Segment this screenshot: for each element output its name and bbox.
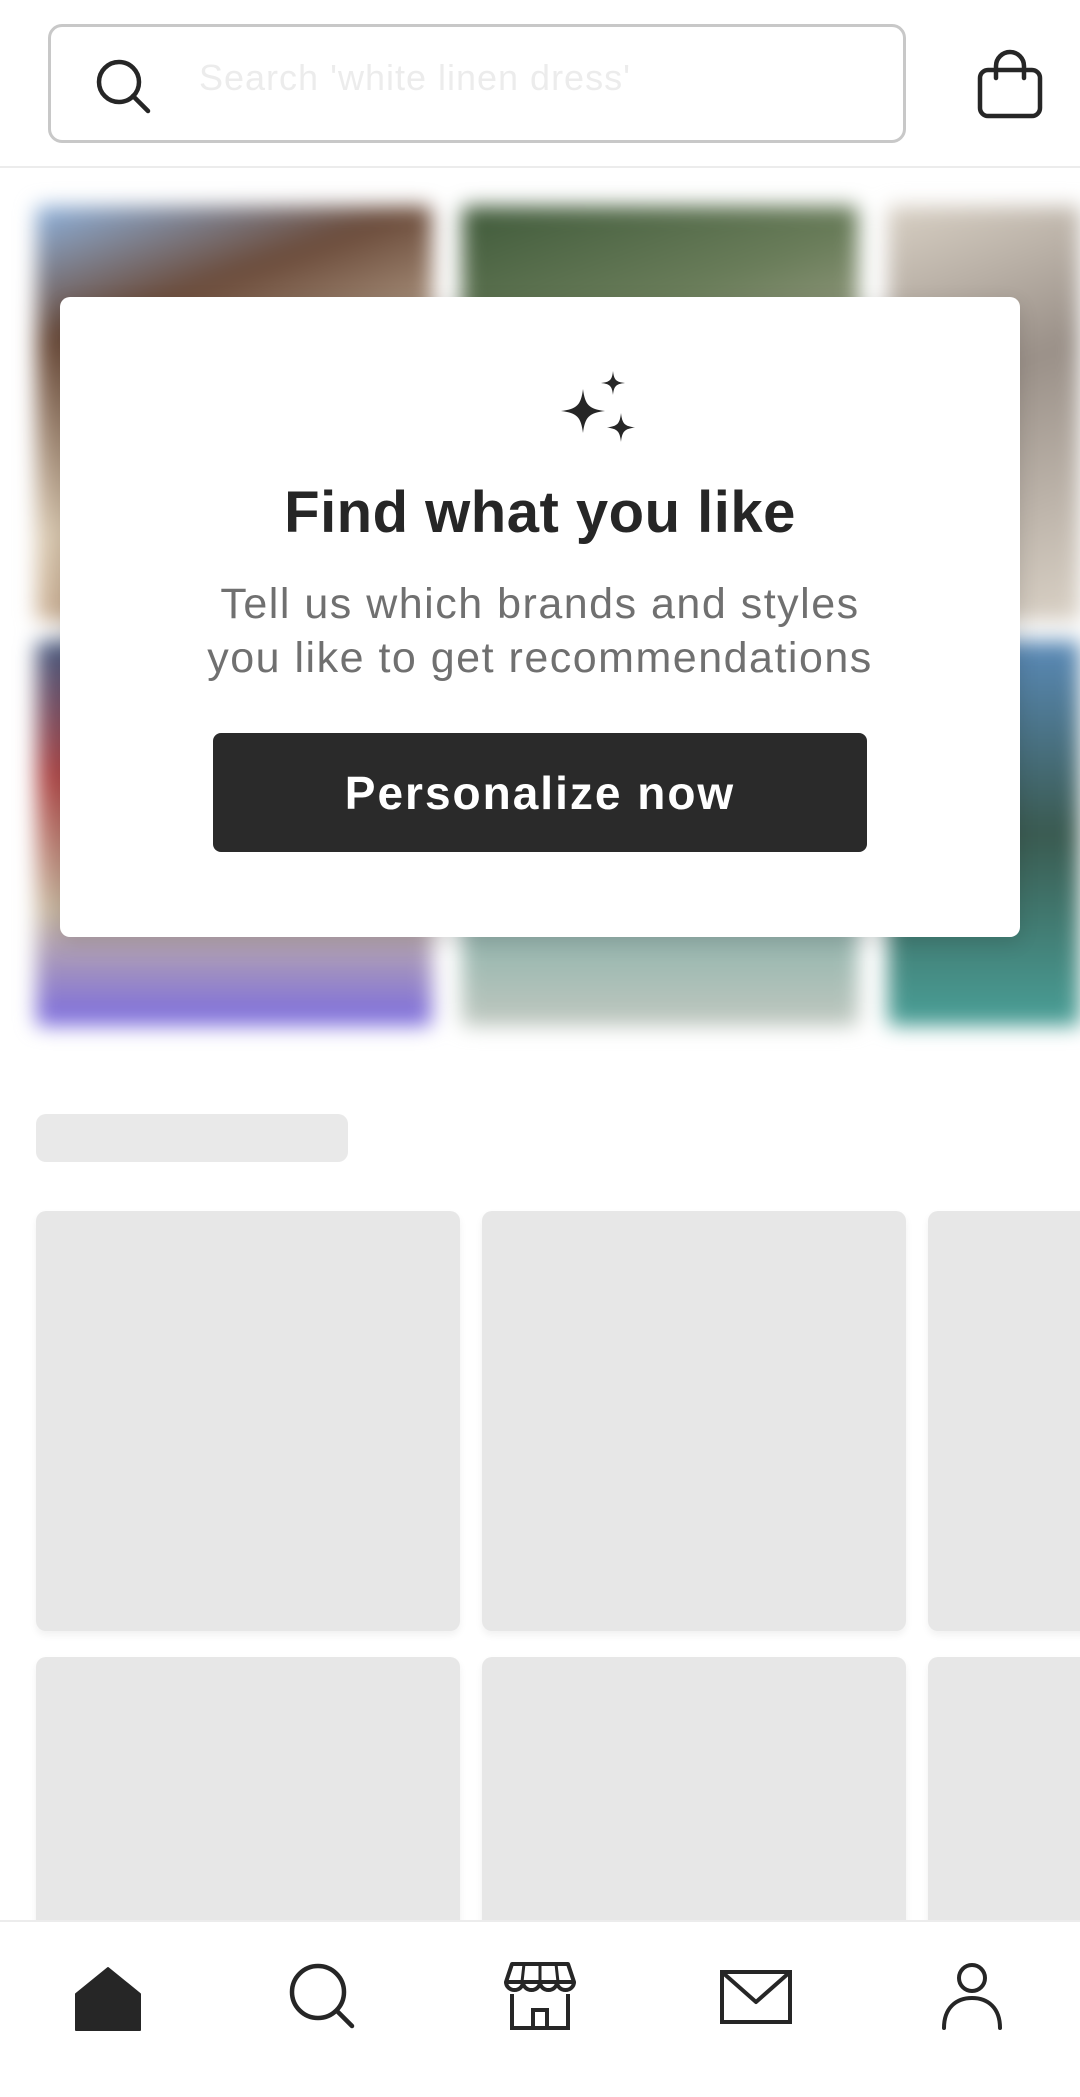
search-icon: [96, 59, 151, 114]
nav-profile[interactable]: [932, 1956, 1012, 2036]
section-title-skeleton: [36, 1114, 348, 1162]
shopping-bag-icon: [977, 49, 1043, 119]
mail-icon: [720, 1970, 792, 2024]
personalize-now-button[interactable]: Personalize now: [213, 733, 867, 852]
store-icon: [504, 1962, 576, 2030]
product-card-skeleton: [36, 1657, 460, 1957]
nav-messages[interactable]: [716, 1956, 796, 2036]
personalize-promo-card: Find what you like Tell us which brands …: [60, 297, 1020, 937]
profile-icon: [942, 1963, 1002, 2030]
promo-title: Find what you like: [284, 480, 796, 545]
product-card-skeleton: [928, 1657, 1080, 1957]
nav-stores[interactable]: [500, 1956, 580, 2036]
product-card-skeleton: [482, 1211, 906, 1631]
home-icon: [75, 1967, 141, 2031]
promo-description: Tell us which brands and styles you like…: [207, 580, 873, 682]
search-icon: [289, 1963, 355, 2029]
bottom-navigation: [0, 1920, 1080, 2097]
product-card-skeleton: [36, 1211, 460, 1631]
nav-home[interactable]: [68, 1956, 148, 2036]
sparkles-icon: [561, 371, 635, 442]
nav-search[interactable]: [282, 1956, 362, 2036]
top-bar: Search 'white linen dress': [0, 0, 1080, 168]
search-input[interactable]: Search 'white linen dress': [48, 24, 906, 143]
search-placeholder: Search 'white linen dress': [199, 57, 631, 98]
product-card-skeleton: [928, 1211, 1080, 1631]
product-card-skeleton: [482, 1657, 906, 1957]
shopping-bag-button[interactable]: [972, 48, 1048, 124]
